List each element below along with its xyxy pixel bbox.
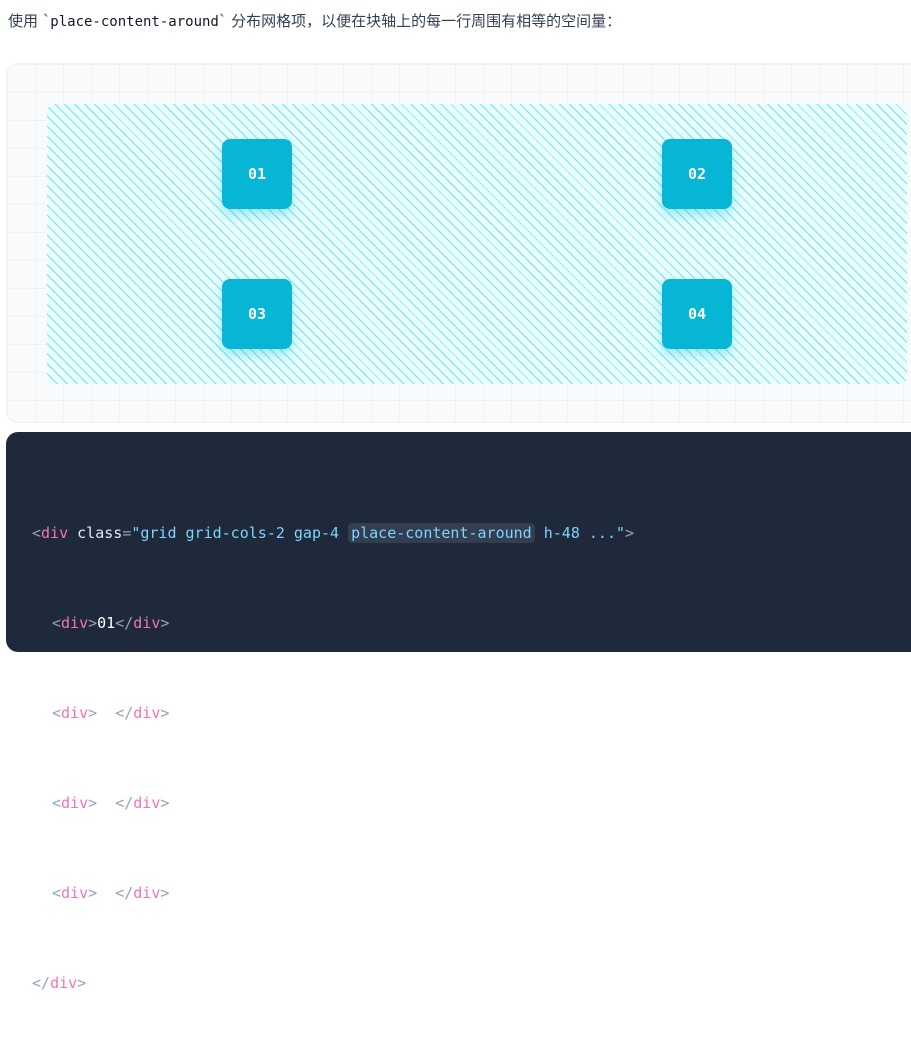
code-punct: < [52,704,62,722]
code-punct: > [625,524,635,542]
grid-container: 01 02 03 04 [47,104,907,384]
code-punct: > [160,614,170,632]
intro-text: 使用 `place-content-around` 分布网格项，以便在块轴上的每… [8,10,621,32]
grid-item-01: 01 [222,139,292,209]
code-class-highlight: place-content-around [348,523,535,543]
code-punct: < [52,884,62,902]
code-tag: div [50,974,78,992]
code-example-card: <div class="grid grid-cols-2 gap-4 place… [6,432,911,992]
intro-suffix: ` 分布网格项，以便在块轴上的每一行周围有相等的空间量： [218,12,622,30]
code-punct: > [88,614,98,632]
code-tag: div [61,704,89,722]
code-tag: div [133,614,161,632]
grid-item-02: 02 [662,139,732,209]
code-block[interactable]: <div class="grid grid-cols-2 gap-4 place… [32,458,634,1058]
code-tag: div [133,884,161,902]
code-punct: </ [115,614,134,632]
code-quote: " [616,524,626,542]
intro-code: place-content-around [50,14,219,30]
code-punct: > [160,704,170,722]
code-punct: </ [115,884,134,902]
code-class-after: h-48 ... [534,524,616,542]
code-child-text: 04 [97,884,116,902]
code-child-text: 02 [97,704,116,722]
code-line-child-3: <div>03</div> [32,788,634,818]
code-line-child-2: <div>02</div> [32,698,634,728]
code-tag: div [41,524,69,542]
code-tag: div [133,794,161,812]
code-punct: > [77,974,87,992]
code-punct: </ [115,704,134,722]
code-punct: = [122,524,132,542]
code-punct: </ [115,794,134,812]
grid-item-04: 04 [662,279,732,349]
code-class-before: grid grid-cols-2 gap-4 [140,524,349,542]
code-child-text: 03 [97,794,116,812]
code-line-close: </div> [32,968,634,998]
intro-prefix: 使用 ` [8,12,51,30]
code-tag: div [61,614,89,632]
code-line-child-4: <div>04</div> [32,878,634,908]
code-child-text: 01 [97,614,116,632]
code-punct: < [32,524,42,542]
grid-item-03: 03 [222,279,292,349]
code-punct: < [52,614,62,632]
code-tag: div [61,884,89,902]
code-tag: div [61,794,89,812]
code-tag: div [133,704,161,722]
code-attr-name: class [77,524,123,542]
code-punct: > [88,884,98,902]
code-punct: > [160,794,170,812]
code-punct: > [160,884,170,902]
code-line-open: <div class= " grid grid-cols-2 gap-4 place… [32,518,634,548]
code-punct: </ [32,974,51,992]
demo-preview-card: 01 02 03 04 [6,63,911,423]
code-punct: > [88,794,98,812]
code-punct: < [52,794,62,812]
code-line-child-1: <div>01</div> [32,608,634,638]
code-punct: > [88,704,98,722]
